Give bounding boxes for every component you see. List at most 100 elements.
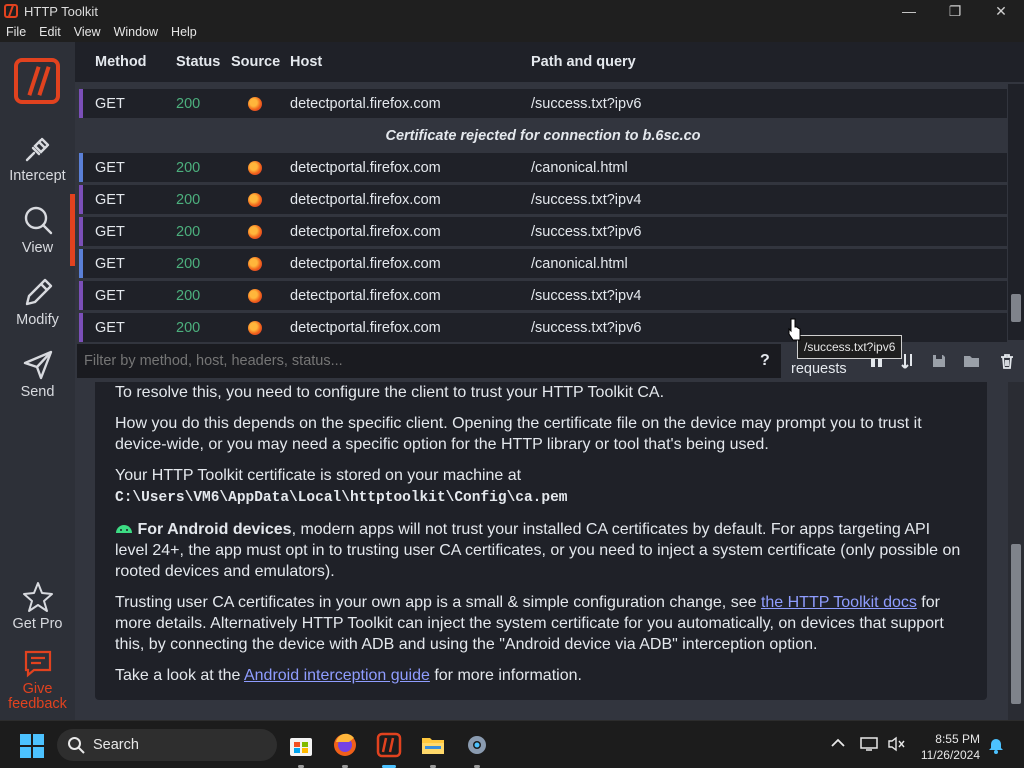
file-explorer-icon[interactable] (420, 732, 446, 758)
store-icon[interactable] (288, 732, 314, 758)
docs-link[interactable]: the HTTP Toolkit docs (761, 594, 917, 611)
cell-status: 200 (176, 256, 201, 272)
help-icon[interactable]: ? (760, 352, 770, 370)
table-scroll-thumb[interactable] (1011, 294, 1021, 322)
firefox-source-icon (248, 257, 262, 271)
docs-pre-text: Trusting user CA certificates in your ow… (115, 594, 761, 611)
maximize-button[interactable]: ❐ (932, 0, 978, 22)
system-clock[interactable]: 8:55 PM 11/26/2024 (921, 731, 980, 763)
settings-icon[interactable] (464, 732, 490, 758)
cell-method: GET (95, 160, 125, 176)
column-status[interactable]: Status (176, 54, 220, 70)
windows-start-icon[interactable] (20, 734, 44, 758)
cell-path: /success.txt?ipv6 (531, 224, 642, 240)
menu-edit[interactable]: Edit (39, 25, 61, 39)
table-row[interactable]: GET 200 detectportal.firefox.com/canonical… (79, 249, 1007, 278)
app-logo-icon (4, 4, 18, 18)
menu-window[interactable]: Window (114, 25, 158, 39)
column-path[interactable]: Path and query (531, 54, 636, 70)
row-category-marker (79, 89, 83, 118)
firefox-source-icon (248, 161, 262, 175)
search-icon (24, 206, 52, 235)
sidebar-item-view[interactable]: View (0, 204, 75, 256)
feedback-icon (24, 650, 51, 678)
send-icon (23, 350, 52, 380)
sidebar-item-send[interactable]: Send (0, 348, 75, 400)
sidebar-item-label: View (21, 240, 54, 256)
cell-method: GET (95, 192, 125, 208)
firefox-source-icon (248, 321, 262, 335)
taskbar-search[interactable]: Search (57, 729, 277, 761)
sidebar-item-get-pro[interactable]: Get Pro (0, 580, 75, 632)
row-category-marker (79, 281, 83, 310)
table-row[interactable]: GET 200 detectportal.firefox.com/success.t… (79, 281, 1007, 310)
details-scrollbar[interactable] (1008, 382, 1024, 720)
sidebar-item-give-feedback[interactable]: Give feedback (0, 648, 75, 712)
help-paragraph: Your HTTP Toolkit certificate is stored … (115, 465, 967, 509)
clock-time: 8:55 PM (935, 732, 980, 746)
request-count-label: requests (791, 361, 847, 377)
cell-status: 200 (176, 96, 201, 112)
clock-date: 11/26/2024 (920, 748, 980, 762)
http-toolkit-logo-icon (14, 58, 60, 104)
title-bar: HTTP Toolkit — ❐ ✕ (0, 0, 1024, 22)
android-guide-link[interactable]: Android interception guide (244, 667, 430, 684)
sidebar-item-label: Send (20, 384, 55, 400)
notification-bell-icon[interactable] (988, 736, 1004, 754)
menu-bar: File Edit View Window Help (0, 22, 1024, 42)
table-row[interactable]: GET 200 detectportal.firefox.com/success.t… (79, 89, 1007, 118)
sidebar-item-modify[interactable]: Modify (0, 276, 75, 328)
sidebar-item-intercept[interactable]: Intercept (0, 132, 75, 184)
mouse-cursor-icon (788, 318, 801, 341)
cell-host: detectportal.firefox.com (290, 192, 441, 208)
column-method[interactable]: Method (95, 54, 147, 70)
help-paragraph: Trusting user CA certificates in your ow… (115, 592, 967, 655)
cell-path: /canonical.html (531, 256, 628, 272)
scroll-to-end-icon[interactable] (901, 353, 915, 371)
row-category-marker (79, 153, 83, 182)
help-paragraph: To resolve this, you need to configure t… (115, 384, 665, 401)
star-icon (22, 582, 53, 612)
help-paragraph: For Android devices, modern apps will no… (115, 519, 967, 582)
trash-icon[interactable] (1000, 353, 1014, 369)
table-row[interactable]: GET 200 detectportal.firefox.com/success.t… (79, 185, 1007, 214)
details-scroll-thumb[interactable] (1011, 544, 1021, 704)
close-button[interactable]: ✕ (978, 0, 1024, 22)
table-rows: GET 200 detectportal.firefox.com/success.t… (79, 89, 1007, 345)
save-icon[interactable] (931, 353, 947, 369)
pencil-icon (25, 278, 52, 306)
column-source[interactable]: Source (231, 54, 280, 70)
minimize-button[interactable]: — (886, 0, 932, 22)
row-category-marker (79, 249, 83, 278)
plug-icon (25, 137, 49, 162)
cell-host: detectportal.firefox.com (290, 96, 441, 112)
taskbar-search-label: Search (93, 737, 139, 753)
certificate-help-card: To resolve this, you need to configure t… (95, 382, 987, 700)
table-scrollbar[interactable] (1008, 84, 1024, 340)
menu-view[interactable]: View (74, 25, 101, 39)
folder-open-icon[interactable] (963, 353, 981, 369)
table-row[interactable]: GET 200 detectportal.firefox.com/success.t… (79, 217, 1007, 246)
firefox-source-icon (248, 289, 262, 303)
cell-host: detectportal.firefox.com (290, 224, 441, 240)
cell-path: /success.txt?ipv6 (531, 320, 642, 336)
filter-input[interactable] (77, 344, 781, 378)
cert-path: C:\Users\VM6\AppData\Local\httptoolkit\C… (115, 490, 568, 506)
menu-help[interactable]: Help (171, 25, 197, 39)
network-icon[interactable] (860, 736, 878, 752)
http-toolkit-taskbar-icon[interactable] (376, 732, 402, 758)
certificate-rejected-row[interactable]: Certificate rejected for connection to b… (79, 121, 1007, 150)
cell-method: GET (95, 224, 125, 240)
row-category-marker (79, 217, 83, 246)
menu-file[interactable]: File (6, 25, 26, 39)
volume-muted-icon[interactable] (887, 736, 905, 752)
chevron-up-icon[interactable] (831, 738, 845, 748)
guide-pre-text: Take a look at the (115, 667, 244, 684)
cell-host: detectportal.firefox.com (290, 256, 441, 272)
firefox-source-icon (248, 193, 262, 207)
column-host[interactable]: Host (290, 54, 322, 70)
firefox-icon[interactable] (332, 732, 358, 758)
table-row[interactable]: GET 200 detectportal.firefox.com/canonical… (79, 153, 1007, 182)
cell-method: GET (95, 96, 125, 112)
window-controls: — ❐ ✕ (886, 0, 1024, 22)
